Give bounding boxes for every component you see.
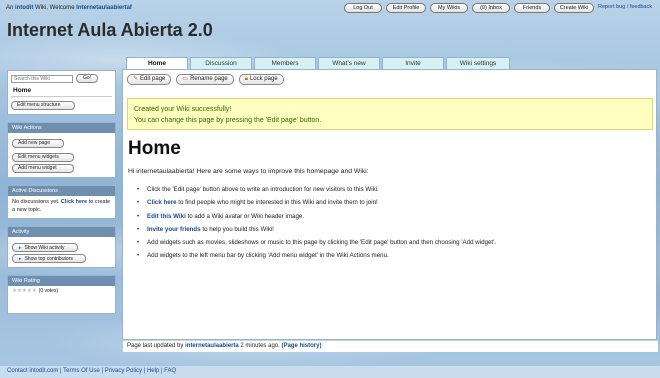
edit-profile-button[interactable]: Edit Profile bbox=[386, 3, 426, 13]
active-discussions-box: Active Discussions No discussions yet. C… bbox=[7, 185, 116, 219]
rename-page-button[interactable]: ▭ Rename page bbox=[176, 74, 234, 85]
rename-icon: ▭ bbox=[182, 76, 189, 82]
tab-invite[interactable]: Invite bbox=[382, 57, 444, 69]
list-item: Invite your friends to help you build th… bbox=[137, 223, 647, 237]
tips-list: Click the 'Edit page' button above to wr… bbox=[137, 183, 647, 263]
top-bar: An intodit Wiki. Welcome Internetaulaabi… bbox=[6, 3, 656, 15]
welcome-text: An intodit Wiki. Welcome Internetaulaabi… bbox=[6, 5, 132, 11]
edit-this-wiki-link[interactable]: Edit this Wiki bbox=[147, 213, 186, 220]
tab-members[interactable]: Members bbox=[254, 57, 316, 69]
brand-link[interactable]: intodit bbox=[15, 5, 33, 11]
success-notice: Created your Wiki successfully! You can … bbox=[127, 98, 653, 130]
footer-links[interactable]: Contact intodit.com | Terms Of Use | Pri… bbox=[0, 366, 660, 378]
active-discussions-title: Active Discussions bbox=[8, 186, 115, 196]
sidebar-home-link[interactable]: Home bbox=[13, 87, 112, 94]
inbox-button[interactable]: (0) Inbox bbox=[472, 3, 510, 13]
discussions-text: No discussions yet. Click here to create… bbox=[8, 196, 115, 218]
activity-title: Activity bbox=[8, 227, 115, 237]
add-new-page-button[interactable]: Add new page bbox=[12, 139, 64, 148]
search-box: Go! Home Edit menu structure bbox=[7, 70, 116, 115]
pencil-icon: ✎ bbox=[133, 76, 139, 82]
lock-page-label: Lock page bbox=[249, 76, 278, 82]
show-wiki-activity-button[interactable]: Show Wiki activity bbox=[12, 243, 78, 252]
wiki-title: Internet Aula Abierta 2.0 bbox=[7, 20, 213, 40]
tab-discussion[interactable]: Discussion bbox=[190, 57, 252, 69]
wiki-actions-title: Wiki Actions bbox=[8, 123, 115, 133]
rename-page-label: Rename page bbox=[190, 76, 228, 82]
sidebar: Go! Home Edit menu structure Wiki Action… bbox=[7, 70, 116, 321]
friends-button[interactable]: Friends bbox=[514, 3, 550, 13]
tab-home[interactable]: Home bbox=[126, 57, 188, 69]
page-toolbar: ✎ Edit page ▭ Rename page 🔒︎ Lock page bbox=[127, 74, 284, 85]
create-wiki-button[interactable]: Create Wiki bbox=[554, 3, 594, 13]
create-topic-link[interactable]: Click here bbox=[61, 199, 87, 205]
invite-friends-link[interactable]: Invite your friends bbox=[147, 226, 201, 233]
wiki-actions-box: Wiki Actions Add new page Edit menu widg… bbox=[7, 122, 116, 178]
search-input[interactable] bbox=[11, 74, 73, 83]
top-buttons: Log Out Edit Profile My Wikis (0) Inbox … bbox=[344, 3, 594, 13]
tab-bar: Home Discussion Members What's new Invit… bbox=[126, 57, 510, 69]
page-intro: Hi internetaulaabierta! Here are some wa… bbox=[128, 168, 369, 175]
search-go-button[interactable]: Go! bbox=[76, 74, 99, 83]
click-here-link[interactable]: Click here bbox=[147, 199, 177, 206]
tab-whats-new[interactable]: What's new bbox=[318, 57, 380, 69]
list-item: Add widgets to the left menu bar by clic… bbox=[137, 249, 647, 263]
username-link[interactable]: Internetaulaabiertaf bbox=[76, 5, 132, 11]
notice-line-1: Created your Wiki successfully! bbox=[134, 106, 232, 113]
activity-box: Activity Show Wiki activity Show top con… bbox=[7, 226, 116, 268]
notice-line-2: You can change this page by pressing the… bbox=[134, 117, 322, 124]
wiki-rating-box: Wiki Rating ★★★★★ (0 votes) bbox=[7, 275, 116, 314]
show-top-contributors-button[interactable]: Show top contributors bbox=[12, 254, 86, 263]
last-updated-prefix: Page last updated by bbox=[127, 343, 184, 349]
lock-page-button[interactable]: 🔒︎ Lock page bbox=[238, 74, 284, 85]
report-bug-link[interactable]: Report bug / feedback bbox=[598, 4, 652, 10]
edit-page-label: Edit page bbox=[140, 76, 166, 82]
logout-button[interactable]: Log Out bbox=[344, 3, 382, 13]
discussions-text-before: No discussions yet. bbox=[12, 199, 60, 205]
main-content: ✎ Edit page ▭ Rename page 🔒︎ Lock page C… bbox=[122, 69, 658, 352]
last-updated-user-link[interactable]: internetaulaabierta bbox=[185, 343, 239, 349]
edit-page-button[interactable]: ✎ Edit page bbox=[127, 74, 172, 85]
page-title: Home bbox=[128, 138, 181, 159]
list-item: Add widgets such as movies, slideshows o… bbox=[137, 236, 647, 250]
tab-wiki-settings[interactable]: Wiki settings bbox=[446, 57, 510, 69]
last-updated-time: 2 minutes ago. bbox=[240, 343, 280, 349]
welcome-mid: Wiki. Welcome bbox=[35, 5, 75, 11]
edit-menu-structure-button[interactable]: Edit menu structure bbox=[11, 101, 75, 110]
lock-icon: 🔒︎ bbox=[244, 76, 248, 82]
rating-votes: (0 votes) bbox=[38, 288, 59, 294]
list-item: Edit this Wiki to add a Wiki avatar or W… bbox=[137, 210, 647, 224]
wiki-rating-title: Wiki Rating bbox=[8, 276, 115, 286]
edit-menu-widgets-button[interactable]: Edit menu widgets bbox=[12, 153, 74, 162]
page-history-link[interactable]: (Page history) bbox=[281, 343, 321, 349]
list-item: Click here to find people who might be i… bbox=[137, 196, 647, 210]
welcome-prefix: An bbox=[6, 5, 14, 11]
list-item: Click the 'Edit page' button above to wr… bbox=[137, 183, 647, 197]
last-updated-bar: Page last updated by internetaulaabierta… bbox=[123, 340, 658, 352]
my-wikis-button[interactable]: My Wikis bbox=[430, 3, 468, 13]
add-menu-widget-button[interactable]: Add menu widget bbox=[12, 164, 74, 173]
rating-stars-icon[interactable]: ★★★★★ bbox=[12, 288, 37, 294]
